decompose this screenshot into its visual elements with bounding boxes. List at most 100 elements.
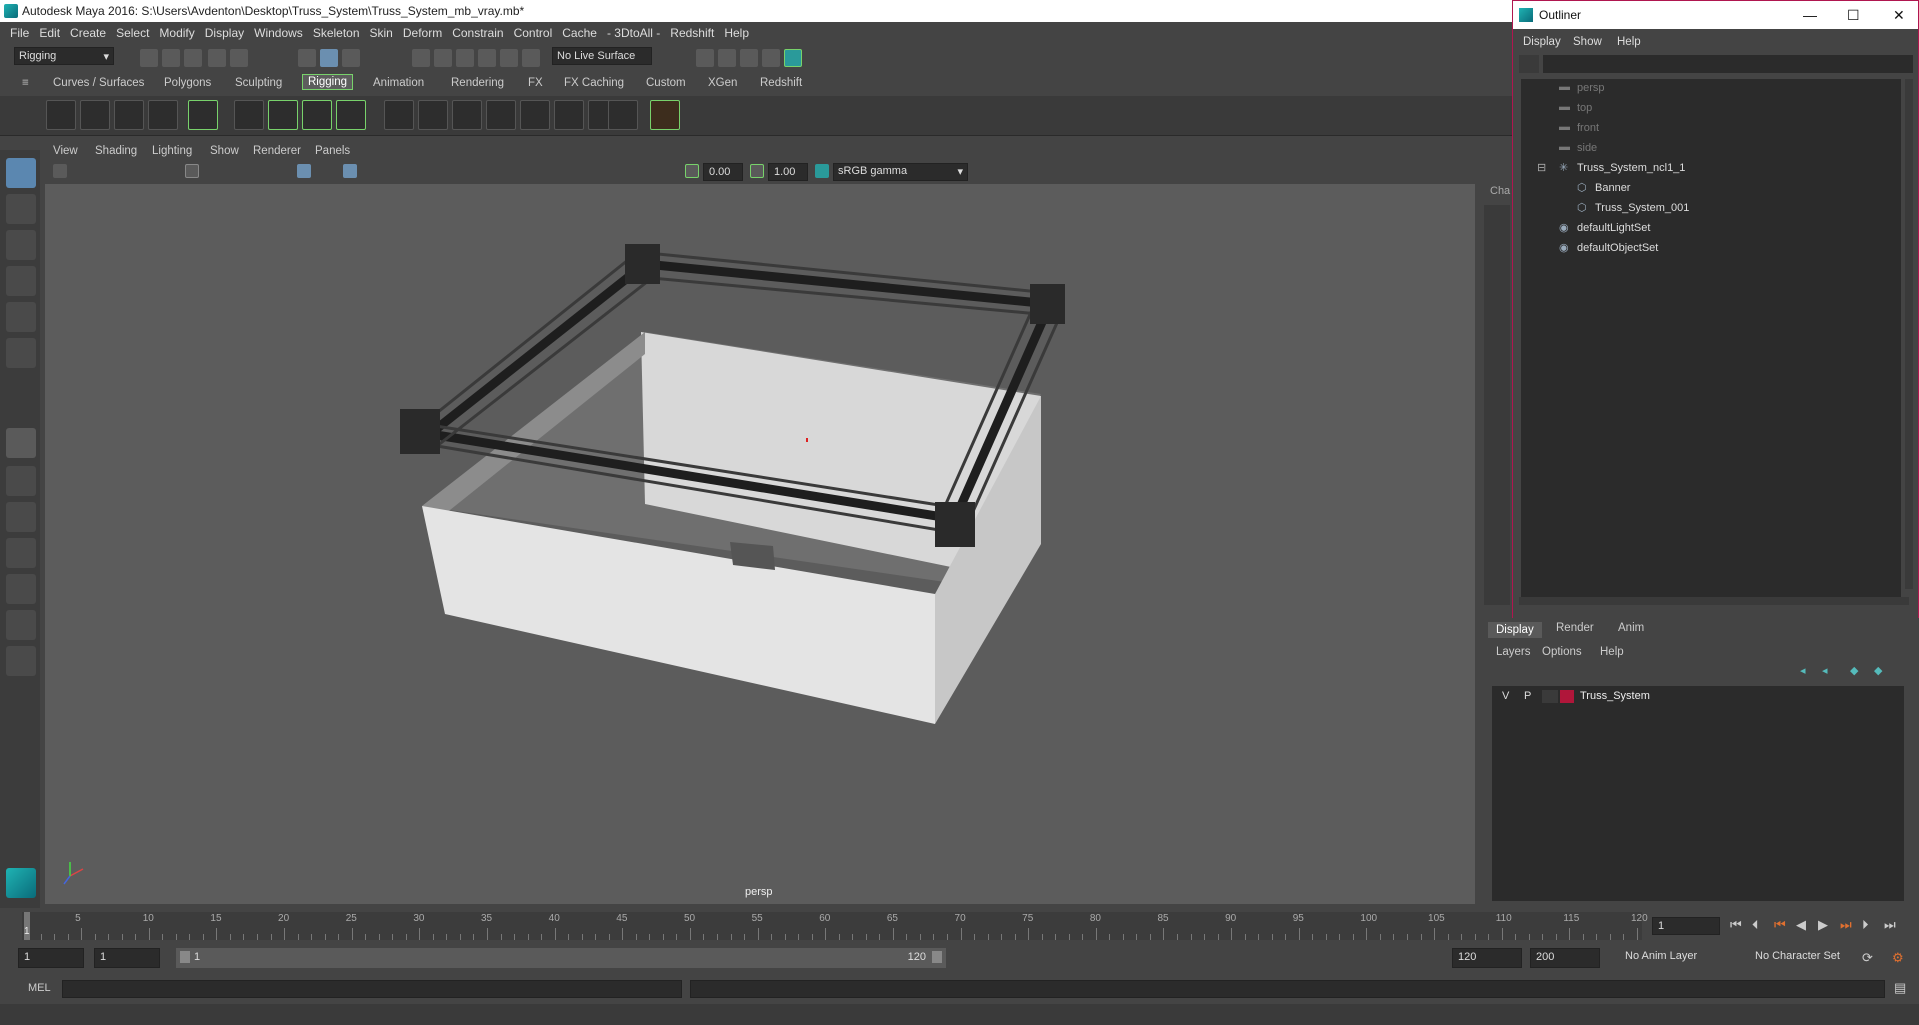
collapse-icon[interactable]: ⊟ xyxy=(1537,161,1546,174)
step-forward-frame-icon[interactable]: ⏵ xyxy=(1862,917,1869,933)
preferences-icon[interactable]: ⚙ xyxy=(1892,950,1904,966)
menu-help[interactable]: Help xyxy=(724,22,749,44)
panel-menu-view[interactable]: View xyxy=(53,145,78,157)
tab-sculpting[interactable]: Sculpting xyxy=(235,77,282,89)
gamma-field[interactable]: 1.00 xyxy=(768,163,808,181)
snap-point-icon[interactable] xyxy=(456,49,474,67)
tab-render[interactable]: Render xyxy=(1556,622,1594,634)
cluster-icon[interactable] xyxy=(336,100,366,130)
ik-handle-icon[interactable] xyxy=(384,100,414,130)
mirror-joint-icon[interactable] xyxy=(114,100,144,130)
anim-layer-dropdown[interactable]: No Anim Layer xyxy=(1620,948,1740,968)
tab-anim[interactable]: Anim xyxy=(1618,622,1644,634)
anim-end-field[interactable]: 200 xyxy=(1530,948,1600,968)
select-tool-icon[interactable] xyxy=(6,158,36,188)
go-to-end-icon[interactable]: ⏭ xyxy=(1884,917,1896,933)
menu-edit[interactable]: Edit xyxy=(39,22,60,44)
menu-create[interactable]: Create xyxy=(70,22,106,44)
tab-curves-surfaces[interactable]: Curves / Surfaces xyxy=(53,77,144,89)
menu-skeleton[interactable]: Skeleton xyxy=(313,22,360,44)
bind-skin-icon[interactable] xyxy=(234,100,264,130)
menu-select[interactable]: Select xyxy=(116,22,149,44)
outliner-item[interactable]: ⊟ ✳ Truss_System_ncl1_1 xyxy=(1521,159,1901,179)
menu-cache[interactable]: Cache xyxy=(562,22,597,44)
layer-type-toggle[interactable] xyxy=(1542,690,1558,703)
outliner-item[interactable]: ⬡ Banner xyxy=(1521,179,1901,199)
move-layer-down-icon[interactable]: ◂ xyxy=(1822,664,1828,677)
xray-icon[interactable] xyxy=(343,164,357,178)
maya-home-icon[interactable] xyxy=(6,868,36,898)
outliner-search-input[interactable] xyxy=(1543,55,1913,73)
character-set-dropdown[interactable]: No Character Set xyxy=(1750,948,1880,968)
shelf-menu-icon[interactable]: ≡ xyxy=(22,77,29,89)
play-backward-icon[interactable]: ◀ xyxy=(1796,917,1806,933)
menu-set-dropdown[interactable]: Rigging ▾ xyxy=(14,47,114,65)
open-scene-icon[interactable] xyxy=(162,49,180,67)
color-management-icon[interactable] xyxy=(815,164,829,178)
layer-playback-toggle[interactable]: P xyxy=(1524,690,1531,702)
paint-weights-icon[interactable] xyxy=(268,100,298,130)
more-layouts-icon[interactable] xyxy=(6,646,36,676)
panel-menu-panels[interactable]: Panels xyxy=(315,145,350,157)
select-hierarchy-icon[interactable] xyxy=(298,49,316,67)
move-tool-icon[interactable] xyxy=(6,266,36,296)
step-back-frame-icon[interactable]: ⏴ xyxy=(1752,917,1759,933)
render-view-icon[interactable] xyxy=(696,49,714,67)
menu-redshift[interactable]: Redshift xyxy=(670,22,714,44)
undo-icon[interactable] xyxy=(208,49,226,67)
menu-control[interactable]: Control xyxy=(514,22,553,44)
range-slider[interactable]: 1 120 xyxy=(176,948,946,968)
minimize-icon[interactable]: — xyxy=(1803,7,1817,23)
current-frame-field[interactable]: 1 xyxy=(1652,917,1720,935)
menu-deform[interactable]: Deform xyxy=(403,22,442,44)
select-component-icon[interactable] xyxy=(342,49,360,67)
range-start-handle[interactable] xyxy=(180,951,190,963)
new-layer-selected-icon[interactable]: ◆ xyxy=(1874,664,1882,677)
exposure-field[interactable]: 0.00 xyxy=(703,163,743,181)
new-layer-icon[interactable]: ◆ xyxy=(1850,664,1858,677)
colorspace-dropdown[interactable]: sRGB gamma ▾ xyxy=(833,163,968,181)
outliner-item[interactable]: ◉ defaultObjectSet xyxy=(1521,239,1901,259)
playback-start-field[interactable]: 1 xyxy=(94,948,160,968)
new-scene-icon[interactable] xyxy=(140,49,158,67)
play-forward-icon[interactable]: ▶ xyxy=(1818,917,1828,933)
time-slider[interactable]: 5 10 15 20 25 30 35 40 45 50 55 60 65 70 75 80 85 90 95 100… xyxy=(0,908,1919,944)
panel-menu-show[interactable]: Show xyxy=(210,145,239,157)
persp-viewport[interactable]: persp xyxy=(45,184,1475,904)
snap-view-icon[interactable] xyxy=(478,49,496,67)
select-object-icon[interactable] xyxy=(320,49,338,67)
tab-fx-caching[interactable]: FX Caching xyxy=(564,77,624,89)
tab-polygons[interactable]: Polygons xyxy=(164,77,211,89)
ipr-render-icon[interactable] xyxy=(740,49,758,67)
single-view-icon[interactable] xyxy=(6,428,36,458)
go-to-start-icon[interactable]: ⏮ xyxy=(1730,917,1742,933)
outliner-layout-icon[interactable] xyxy=(6,610,36,640)
outliner-vscrollbar[interactable] xyxy=(1905,79,1913,589)
joint-tool-icon[interactable] xyxy=(46,100,76,130)
anim-start-field[interactable]: 1 xyxy=(18,948,84,968)
lasso-tool-icon[interactable] xyxy=(6,194,36,224)
maximize-icon[interactable]: ☐ xyxy=(1847,7,1860,24)
scale-tool-icon[interactable] xyxy=(6,338,36,368)
menu-modify[interactable]: Modify xyxy=(159,22,194,44)
live-surface-field[interactable]: No Live Surface xyxy=(552,47,652,65)
playback-end-field[interactable]: 120 xyxy=(1452,948,1522,968)
render-settings-icon[interactable] xyxy=(762,49,780,67)
menu-3dtoall[interactable]: - 3DtoAll - xyxy=(607,22,660,44)
script-language-toggle[interactable]: MEL xyxy=(28,982,51,994)
menu-windows[interactable]: Windows xyxy=(254,22,303,44)
range-end-handle[interactable] xyxy=(932,951,942,963)
move-layer-up-icon[interactable]: ◂ xyxy=(1800,664,1806,677)
menu-display[interactable]: Display xyxy=(205,22,244,44)
lattice-icon[interactable] xyxy=(302,100,332,130)
menu-file[interactable]: File xyxy=(10,22,29,44)
menu-constrain[interactable]: Constrain xyxy=(452,22,503,44)
layer-visibility-toggle[interactable]: V xyxy=(1502,690,1509,702)
panel-menu-lighting[interactable]: Lighting xyxy=(152,145,192,157)
step-back-key-icon[interactable]: ⏮ xyxy=(1774,917,1786,933)
side-by-side-icon[interactable] xyxy=(6,502,36,532)
snap-grid-icon[interactable] xyxy=(412,49,430,67)
layer-menu-options[interactable]: Options xyxy=(1542,646,1582,658)
persp-outliner-icon[interactable] xyxy=(6,538,36,568)
outliner-menu-help[interactable]: Help xyxy=(1617,36,1641,48)
